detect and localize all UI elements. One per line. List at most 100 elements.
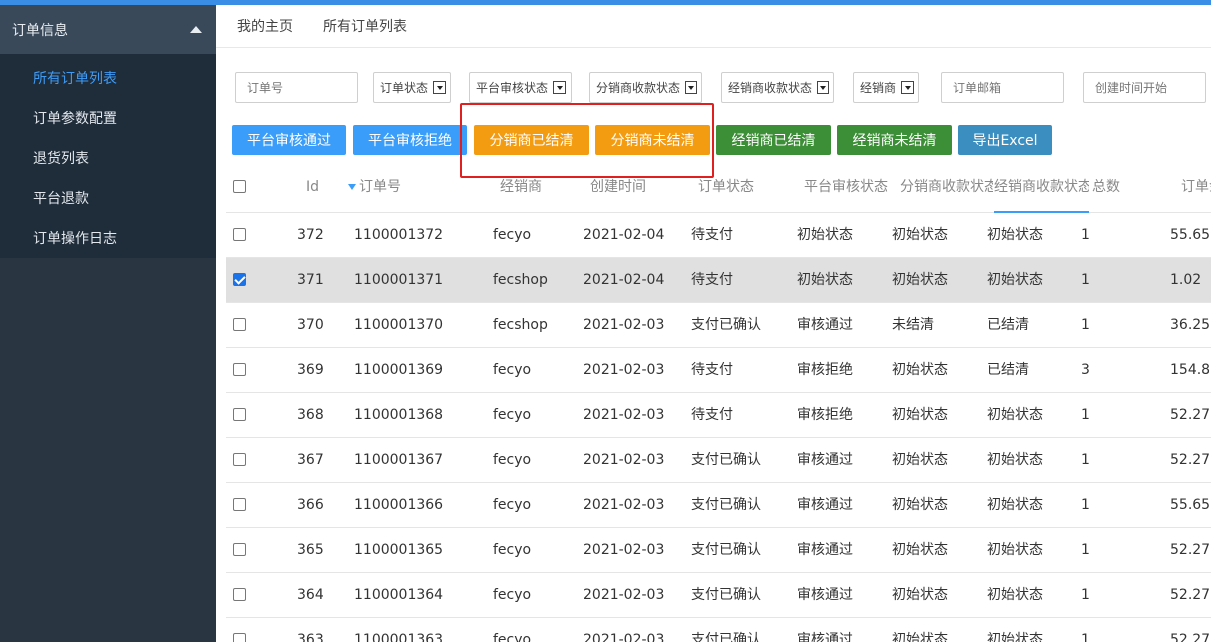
cell-dealer-payment: 初始状态 — [987, 587, 1043, 603]
cell-dealer: fecshop — [493, 317, 548, 333]
cell-platform-audit: 审核拒绝 — [797, 407, 853, 423]
cell-distributor-payment: 初始状态 — [892, 632, 948, 642]
order-status-select-label: 订单状态 — [380, 81, 429, 95]
breadcrumb: 我的主页 所有订单列表 — [216, 5, 1211, 48]
row-checkbox[interactable] — [233, 273, 246, 286]
cell-order-amount: 55.65 — [1170, 497, 1211, 513]
column-header-order-status[interactable]: 订单状态 — [698, 168, 754, 213]
cell-id: 371 — [297, 272, 324, 288]
sidebar-item-order-log[interactable]: 订单操作日志 — [0, 218, 216, 258]
row-checkbox[interactable] — [233, 408, 246, 421]
cell-platform-audit: 审核通过 — [797, 632, 853, 642]
cell-order-amount: 52.27 — [1170, 542, 1211, 558]
sidebar-item-label: 平台退款 — [33, 191, 89, 207]
sidebar-item-label: 订单操作日志 — [33, 231, 117, 247]
column-header-order-amount[interactable]: 订单金额 — [1181, 168, 1211, 213]
cell-order-status: 待支付 — [691, 227, 733, 243]
select-all-checkbox[interactable] — [233, 180, 246, 193]
dealer-select[interactable]: 经销商 — [853, 72, 919, 103]
cell-platform-audit: 审核拒绝 — [797, 362, 853, 378]
cell-total-qty: 1 — [1081, 452, 1090, 468]
cell-id: 368 — [297, 407, 324, 423]
created-start-input[interactable] — [1083, 72, 1206, 103]
row-checkbox[interactable] — [233, 363, 246, 376]
table-row[interactable]: 364 1100001364 fecyo 2021-02-03 支付已确认 审核通过 初始状… — [226, 573, 1211, 618]
row-checkbox[interactable] — [233, 633, 246, 642]
cell-created-at: 2021-02-04 — [583, 227, 665, 243]
cell-order-amount: 55.65 — [1170, 227, 1211, 243]
cell-created-at: 2021-02-03 — [583, 317, 665, 333]
cell-created-at: 2021-02-03 — [583, 407, 665, 423]
column-header-dealer[interactable]: 经销商 — [500, 168, 542, 213]
table-row[interactable]: 370 1100001370 fecshop 2021-02-03 支付已确认 审核通过 未… — [226, 303, 1211, 348]
order-no-input[interactable] — [235, 72, 358, 103]
table-row[interactable]: 369 1100001369 fecyo 2021-02-03 待支付 审核拒绝 初始状态 已… — [226, 348, 1211, 393]
dealer-select-label: 经销商 — [860, 81, 897, 95]
chevron-down-icon — [901, 81, 914, 94]
cell-dealer: fecyo — [493, 587, 532, 603]
column-header-platform-audit[interactable]: 平台审核状态 — [804, 168, 888, 213]
chevron-down-icon — [553, 81, 567, 94]
table-row[interactable]: 366 1100001366 fecyo 2021-02-03 支付已确认 审核通过 初始状… — [226, 483, 1211, 528]
cell-distributor-payment: 初始状态 — [892, 362, 948, 378]
distributor-settled-button[interactable]: 分销商已结清 — [474, 125, 589, 155]
table-row[interactable]: 372 1100001372 fecyo 2021-02-04 待支付 初始状态 初始状态 初… — [226, 213, 1211, 258]
table-header: Id 订单号 经销商 创建时间 订单状态 平台审核状态 分销商收款状态 经销商收… — [226, 168, 1211, 213]
table-row[interactable]: 363 1100001363 fecyo 2021-02-03 支付已确认 审核通过 初始状… — [226, 618, 1211, 642]
cell-distributor-payment: 未结清 — [892, 317, 934, 333]
column-header-dealer-payment[interactable]: 经销商收款状态 — [994, 168, 1089, 213]
distributor-unsettled-button[interactable]: 分销商未结清 — [595, 125, 710, 155]
sidebar-item-platform-refund[interactable]: 平台退款 — [0, 178, 216, 218]
row-checkbox[interactable] — [233, 588, 246, 601]
table-row[interactable]: 371 1100001371 fecshop 2021-02-04 待支付 初始状态 初始状… — [226, 258, 1211, 303]
cell-order-amount: 52.27 — [1170, 452, 1211, 468]
distributor-payment-status-select[interactable]: 分销商收款状态 — [589, 72, 702, 103]
column-header-distributor-payment[interactable]: 分销商收款状态 — [900, 168, 993, 213]
platform-approve-button[interactable]: 平台审核通过 — [232, 125, 346, 155]
dealer-settled-button[interactable]: 经销商已结清 — [716, 125, 831, 155]
cell-distributor-payment: 初始状态 — [892, 542, 948, 558]
cell-created-at: 2021-02-04 — [583, 272, 665, 288]
order-email-input[interactable] — [941, 72, 1064, 103]
sidebar-item-returns[interactable]: 退货列表 — [0, 138, 216, 178]
table-row[interactable]: 368 1100001368 fecyo 2021-02-03 待支付 审核拒绝 初始状态 初… — [226, 393, 1211, 438]
cell-order-no: 1100001372 — [354, 227, 444, 243]
row-checkbox[interactable] — [233, 543, 246, 556]
platform-reject-button[interactable]: 平台审核拒绝 — [353, 125, 467, 155]
sidebar: 订单信息 所有订单列表 订单参数配置 退货列表 平台退款 订单操作日志 — [0, 5, 216, 642]
chevron-down-icon — [817, 81, 829, 94]
table-row[interactable]: 365 1100001365 fecyo 2021-02-03 支付已确认 审核通过 初始状… — [226, 528, 1211, 573]
dealer-unsettled-button[interactable]: 经销商未结清 — [837, 125, 952, 155]
dealer-payment-status-select[interactable]: 经销商收款状态 — [721, 72, 834, 103]
cell-created-at: 2021-02-03 — [583, 452, 665, 468]
row-checkbox[interactable] — [233, 453, 246, 466]
cell-dealer: fecyo — [493, 227, 532, 243]
row-checkbox[interactable] — [233, 498, 246, 511]
row-checkbox[interactable] — [233, 318, 246, 331]
sidebar-item-order-config[interactable]: 订单参数配置 — [0, 98, 216, 138]
platform-audit-status-select-label: 平台审核状态 — [476, 81, 549, 95]
platform-audit-status-select[interactable]: 平台审核状态 — [469, 72, 572, 103]
column-header-order-no[interactable]: 订单号 — [348, 168, 401, 213]
cell-order-status: 待支付 — [691, 407, 733, 423]
column-header-created-at[interactable]: 创建时间 — [590, 168, 646, 213]
cell-distributor-payment: 初始状态 — [892, 497, 948, 513]
sidebar-item-all-orders[interactable]: 所有订单列表 — [0, 58, 216, 98]
order-status-select[interactable]: 订单状态 — [373, 72, 451, 103]
table-row[interactable]: 367 1100001367 fecyo 2021-02-03 支付已确认 审核通过 初始状… — [226, 438, 1211, 483]
cell-order-status: 支付已确认 — [691, 632, 761, 642]
row-checkbox[interactable] — [233, 228, 246, 241]
cell-created-at: 2021-02-03 — [583, 542, 665, 558]
cell-id: 363 — [297, 632, 324, 642]
cell-created-at: 2021-02-03 — [583, 362, 665, 378]
export-excel-button[interactable]: 导出Excel — [958, 125, 1052, 155]
column-header-id[interactable]: Id — [306, 168, 319, 213]
cell-platform-audit: 审核通过 — [797, 587, 853, 603]
cell-order-no: 1100001365 — [354, 542, 444, 558]
breadcrumb-home[interactable]: 我的主页 — [237, 16, 293, 36]
breadcrumb-current[interactable]: 所有订单列表 — [323, 16, 407, 36]
cell-dealer-payment: 初始状态 — [987, 227, 1043, 243]
sidebar-section-header[interactable]: 订单信息 — [0, 5, 216, 54]
cell-platform-audit: 初始状态 — [797, 272, 853, 288]
column-header-total-qty[interactable]: 总数 — [1092, 168, 1120, 213]
